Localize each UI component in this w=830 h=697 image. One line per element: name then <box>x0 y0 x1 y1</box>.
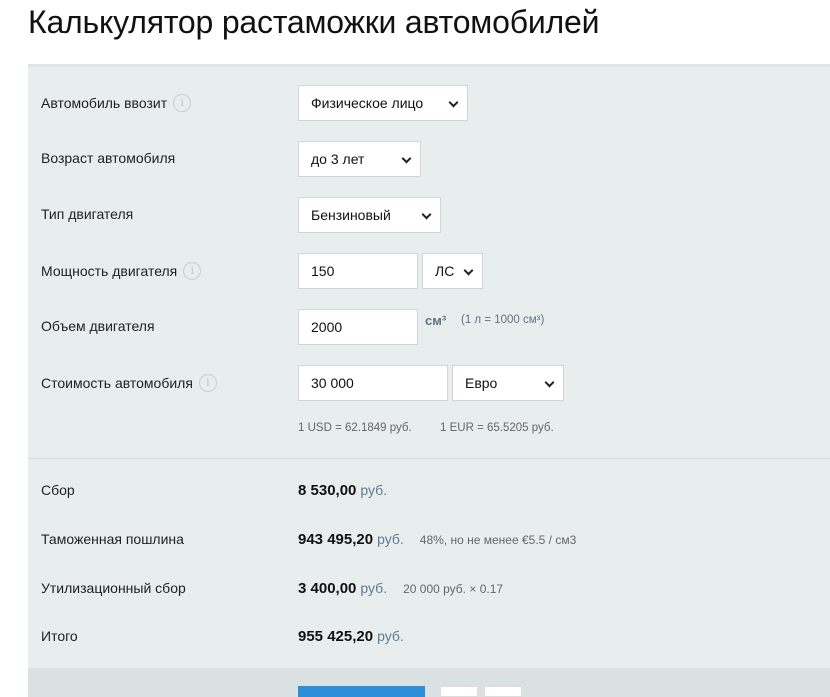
power-unit-select[interactable]: ЛС <box>422 253 483 289</box>
volume-hint: (1 л = 1000 см³) <box>461 314 545 326</box>
result-label: Сбор <box>41 482 75 498</box>
power-label-text: Мощность двигателя <box>41 263 178 279</box>
info-icon[interactable]: i <box>183 262 202 280</box>
result-value: 943 495,20 руб. 48%, но не менее €5.5 / см… <box>298 531 576 548</box>
info-icon[interactable]: i <box>173 94 192 112</box>
result-label: Таможенная пошлина <box>41 531 184 547</box>
eur-rate: 1 EUR = 65.5205 руб. <box>440 422 554 434</box>
age-label: Возраст автомобиля <box>41 150 176 166</box>
recycling-amount: 3 400,00 <box>298 580 357 597</box>
duty-note: 48%, но не менее €5.5 / см3 <box>419 533 577 547</box>
recycling-note: 20 000 руб. × 0.17 <box>403 582 504 596</box>
price-label: Стоимость автомобиля i <box>41 374 217 392</box>
result-label: Утилизационный сбор <box>41 580 186 596</box>
currency-unit: руб. <box>377 531 404 547</box>
primary-button[interactable] <box>298 686 425 697</box>
usd-rate: 1 USD = 62.1849 руб. <box>298 422 412 434</box>
price-label-text: Стоимость автомобиля <box>41 375 193 391</box>
footer-bar <box>28 668 830 697</box>
power-input[interactable]: 150 <box>298 253 418 289</box>
results-panel <box>28 458 830 668</box>
currency-unit: руб. <box>360 482 388 498</box>
duty-amount: 943 495,20 <box>298 531 374 548</box>
age-select[interactable]: до 3 лет <box>298 141 421 177</box>
engine-type-select[interactable]: Бензиновый <box>298 197 441 233</box>
result-value: 8 530,00 руб. <box>298 482 387 499</box>
currency-select[interactable]: Евро <box>452 365 564 401</box>
result-value: 3 400,00 руб. 20 000 руб. × 0.17 <box>298 580 503 597</box>
volume-unit: см³ <box>425 313 447 328</box>
info-icon[interactable]: i <box>198 374 217 392</box>
secondary-button[interactable] <box>484 686 522 697</box>
fee-amount: 8 530,00 <box>298 482 357 499</box>
engine-type-label: Тип двигателя <box>41 206 134 222</box>
importer-label-text: Автомобиль ввозит <box>41 95 168 111</box>
volume-input[interactable]: 2000 <box>298 309 418 345</box>
volume-label: Объем двигателя <box>41 318 155 334</box>
secondary-button[interactable] <box>440 686 478 697</box>
result-label: Итого <box>41 628 78 644</box>
page-title: Калькулятор растаможки автомобилей <box>28 4 600 40</box>
result-value: 955 425,20 руб. <box>298 628 404 645</box>
importer-select[interactable]: Физическое лицо <box>298 85 468 121</box>
price-input[interactable]: 30 000 <box>298 365 448 401</box>
total-amount: 955 425,20 <box>298 628 374 645</box>
power-label: Мощность двигателя i <box>41 262 202 280</box>
currency-unit: руб. <box>377 628 404 644</box>
importer-label: Автомобиль ввозит i <box>41 94 192 112</box>
currency-unit: руб. <box>360 580 388 596</box>
